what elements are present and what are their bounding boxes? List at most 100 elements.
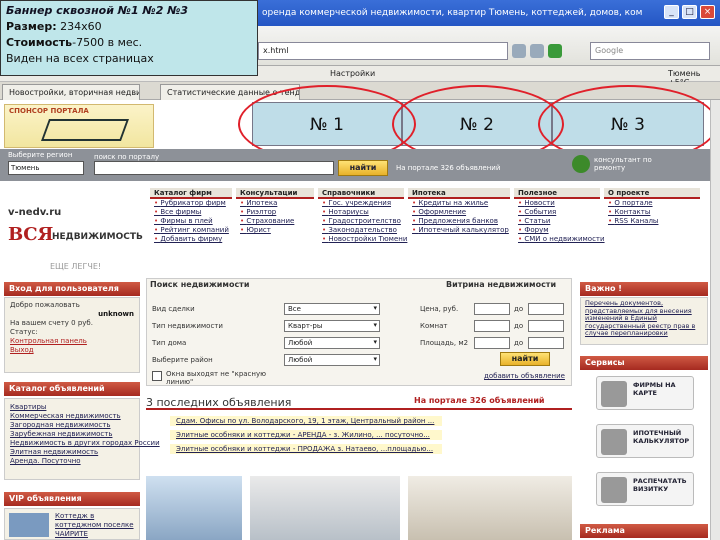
district-label: Выберите район <box>152 356 213 364</box>
consultant-link[interactable]: консультант по ремонту <box>594 156 664 172</box>
service-firms-map[interactable]: ФИРМЫ НА КАРТЕ <box>596 376 694 410</box>
photo-people[interactable] <box>408 476 572 540</box>
control-panel-link[interactable]: Контрольная панель <box>10 337 134 346</box>
close-window-button[interactable]: × <box>700 5 715 19</box>
menu-item[interactable]: Нотариусы <box>318 208 404 217</box>
menu-item[interactable]: Ипотека <box>236 199 314 208</box>
house-select[interactable]: Любой <box>284 337 380 349</box>
address-bar[interactable]: x.html <box>258 42 508 60</box>
menu-item[interactable]: Ипотечный калькулятор <box>408 226 510 235</box>
type-select[interactable]: Кварт-ры <box>284 320 380 332</box>
red-line-checkbox[interactable] <box>152 371 162 381</box>
district-select[interactable]: Любой <box>284 354 380 366</box>
catalog-link[interactable]: Загородная недвижимость <box>10 421 134 430</box>
menu-item[interactable]: RSS Каналы <box>604 217 700 226</box>
latest-ad-1[interactable]: Сдам. Офисы по ул. Володарского, 19, 1 э… <box>170 416 442 426</box>
tab-novostroiki[interactable]: Новостройки, вторичная недвиж... <box>2 84 140 100</box>
price-from-input[interactable] <box>474 303 510 315</box>
menu-item[interactable]: События <box>514 208 600 217</box>
calculator-icon <box>601 429 627 455</box>
menu-item[interactable]: О портале <box>604 199 700 208</box>
area-from-input[interactable] <box>474 337 510 349</box>
menu-item[interactable]: Форум <box>514 226 600 235</box>
settings-link[interactable]: Настройки <box>330 69 375 78</box>
area-to-input[interactable] <box>528 337 564 349</box>
deal-select[interactable]: Все <box>284 303 380 315</box>
menu-item[interactable]: Рубрикатор фирм <box>150 199 232 208</box>
find-button[interactable]: найти <box>338 160 388 176</box>
menu-item[interactable]: Новости <box>514 199 600 208</box>
latest-ad-3[interactable]: Элитные особняки и коттеджи - ПРОДАЖА з.… <box>170 444 442 454</box>
maximize-button[interactable]: □ <box>682 5 697 19</box>
menu-item[interactable]: Добавить фирму <box>150 235 232 244</box>
photo-buildings[interactable] <box>146 476 242 540</box>
menu-item[interactable]: Законодательство <box>318 226 404 235</box>
menu-item[interactable]: Контакты <box>604 208 700 217</box>
menu-item[interactable]: Оформление <box>408 208 510 217</box>
sponsor-label: СПОНСОР ПОРТАЛА <box>9 107 89 115</box>
sponsor-banner[interactable]: СПОНСОР ПОРТАЛА <box>4 104 154 148</box>
logo-domain[interactable]: v-nedv.ru <box>8 207 61 218</box>
menu-item[interactable]: Фирмы в плей <box>150 217 232 226</box>
portal-search-input[interactable] <box>94 161 334 175</box>
menu-item[interactable]: Кредиты на жилье <box>408 199 510 208</box>
catalog-link[interactable]: Аренда. Посуточно <box>10 457 134 466</box>
menu-item[interactable]: Риэлтор <box>236 208 314 217</box>
catalog-link[interactable]: Недвижимость в других городах России <box>10 439 160 448</box>
rooms-to-input[interactable] <box>528 320 564 332</box>
menu-item[interactable]: СМИ о недвижимости <box>514 235 604 244</box>
vertical-scrollbar[interactable] <box>710 100 720 540</box>
menu-heading[interactable]: Консультации <box>236 188 314 199</box>
menu-item[interactable]: Все фирмы <box>150 208 232 217</box>
menu-item[interactable]: Предложения банков <box>408 217 510 226</box>
menu-item[interactable]: Страхование <box>236 217 314 226</box>
important-link[interactable]: Перечень документов, представляемых для … <box>580 297 708 345</box>
menu-column: ИпотекаКредиты на жильеОформлениеПредлож… <box>408 188 510 235</box>
latest-ads-count: На портале 326 объявлений <box>414 396 545 405</box>
rss-icon[interactable] <box>512 44 526 58</box>
logo-vsya[interactable]: ВСЯ <box>8 224 53 245</box>
menu-item[interactable]: Градостроителство <box>318 217 404 226</box>
services-header: Сервисы <box>580 356 708 370</box>
vip-link[interactable]: Коттедж в коттеджном поселке ЧАЙРИТЕ <box>55 512 136 539</box>
logout-link[interactable]: Выход <box>10 346 134 355</box>
menu-item[interactable]: Новостройки Тюмени <box>318 235 407 244</box>
service-label-3: РАСПЕЧАТАТЬ ВИЗИТКУ <box>633 477 687 493</box>
latest-ad-2[interactable]: Элитные особняки и коттеджи - АРЕНДА - з… <box>170 430 442 440</box>
search-submit-button[interactable]: найти <box>500 352 550 366</box>
menu-item[interactable]: Гос. учреждения <box>318 199 404 208</box>
catalog-link[interactable]: Зарубежная недвижимость <box>10 430 134 439</box>
catalog-box: Квартиры Коммерческая недвижимость Загород… <box>4 398 160 480</box>
minimize-button[interactable]: _ <box>664 5 679 19</box>
vip-box: Коттедж в коттеджном поселке ЧАЙРИТЕ <box>4 508 140 540</box>
rooms-from-input[interactable] <box>474 320 510 332</box>
menu-item[interactable]: Рейтинг компаний <box>150 226 232 235</box>
service-mortgage-calc[interactable]: ИПОТЕЧНЫЙ КАЛЬКУЛЯТОР <box>596 424 694 458</box>
region-select[interactable]: Тюмень <box>8 161 84 175</box>
clover-icon <box>572 155 590 173</box>
menu-heading[interactable]: Каталог фирм <box>150 188 232 199</box>
price-to-input[interactable] <box>528 303 564 315</box>
menu-heading[interactable]: Справочники <box>318 188 404 199</box>
region-label: Выберите регион <box>8 151 73 159</box>
menu-heading[interactable]: О проекте <box>604 188 700 199</box>
catalog-link[interactable]: Квартиры <box>10 403 134 412</box>
catalog-link[interactable]: Коммерческая недвижимость <box>10 412 134 421</box>
go-icon[interactable] <box>548 44 562 58</box>
add-ad-link[interactable]: добавить объявление <box>484 372 565 380</box>
logo-nedvizhimost[interactable]: НЕДВИЖИМОСТЬ <box>52 232 143 242</box>
menu-column: СправочникиГос. учрежденияНотариусыГрадо… <box>318 188 407 244</box>
menu-item[interactable]: Статьи <box>514 217 600 226</box>
service-print-card[interactable]: РАСПЕЧАТАТЬ ВИЗИТКУ <box>596 472 694 506</box>
status-text: Статус: <box>10 328 38 336</box>
menu-column: Каталог фирмРубрикатор фирмВсе фирмыФирм… <box>150 188 232 244</box>
search-input[interactable]: Google <box>590 42 710 60</box>
photo-office[interactable] <box>250 476 400 540</box>
welcome-text: Добро пожаловать <box>10 301 80 309</box>
menu-heading[interactable]: Полезное <box>514 188 600 199</box>
vip-thumbnail[interactable] <box>9 513 49 537</box>
menu-item[interactable]: Юрист <box>236 226 314 235</box>
menu-heading[interactable]: Ипотека <box>408 188 510 199</box>
star-icon[interactable] <box>530 44 544 58</box>
catalog-link[interactable]: Элитная недвижимость <box>10 448 134 457</box>
